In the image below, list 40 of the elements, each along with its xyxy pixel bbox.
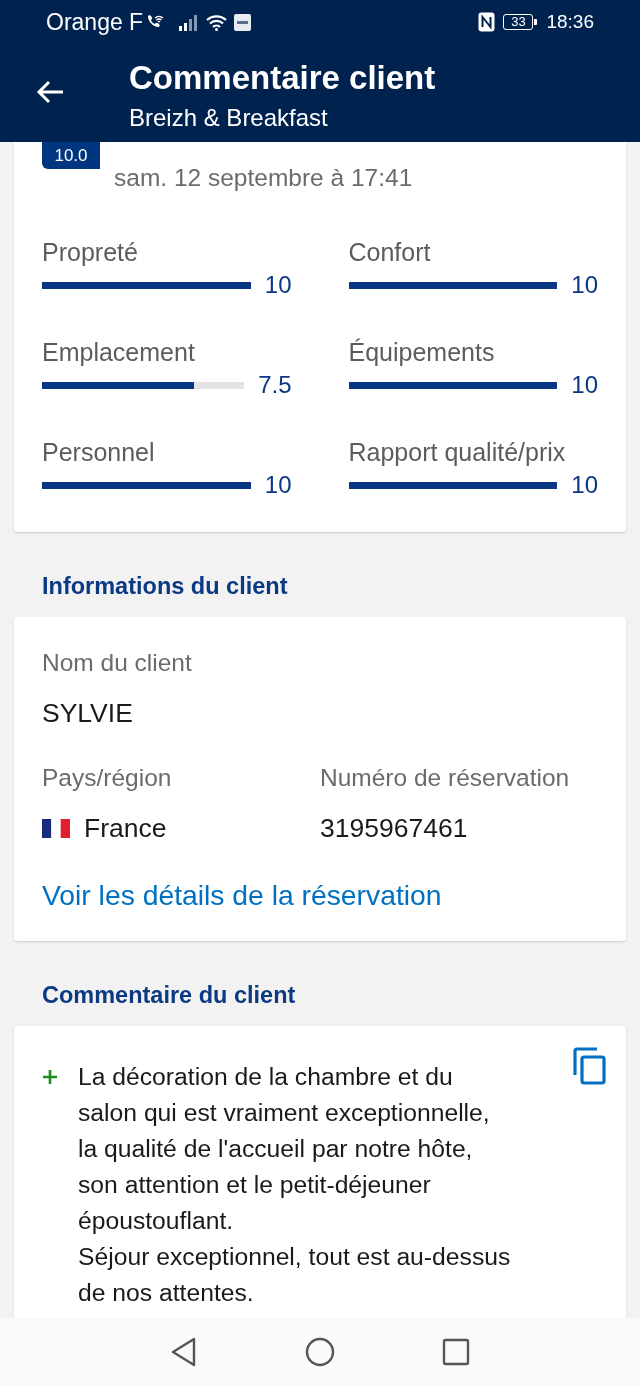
page-title: Commentaire client [129,60,436,96]
category-label: Propreté [42,237,138,267]
comment-text: La décoration de la chambre et du salon qui est vraiment exceptionnelle, la qualité de l'accueil par notre hôte, son attention et le petit-déjeuner époustouflant. Séjour exceptionnel, tout est au-dessus de nos attentes. [78,1062,512,1308]
back-arrow-icon[interactable] [36,80,64,104]
category-score: 10 [571,371,598,399]
category-label: Équipements [348,337,495,367]
category-label: Confort [348,237,431,267]
category-score: 10 [571,471,598,499]
property-name: Breizh & Breakfast [129,104,328,132]
booking-details-link[interactable]: Voir les détails de la réservation [42,879,442,911]
field-label: Pays/région [42,764,172,792]
field-label: Numéro de réservation [320,764,570,792]
category-label: Emplacement [42,337,195,367]
score-badge: 10.0 [42,142,100,169]
clock-time: 18:36 [546,11,594,33]
section-heading: Commentaire du client [42,981,296,1009]
category-score: 10 [571,271,598,299]
review-date: sam. 12 septembre à 17:41 [114,164,413,192]
guest-country: France [84,813,167,843]
category-score: 10 [264,471,292,499]
category-score: 7.5 [258,371,292,399]
section-heading: Informations du client [42,572,288,600]
copy-icon[interactable] [572,1047,606,1085]
recent-apps-square-icon[interactable] [442,1337,470,1367]
back-triangle-icon[interactable] [170,1337,198,1367]
battery-indicator: 33 [503,14,534,30]
field-label: Nom du client [42,649,192,677]
booking-number: 3195967461 [320,813,468,843]
nfc-icon [478,12,496,32]
category-score: 10 [264,271,292,299]
category-label: Rapport qualité/prix [348,437,566,467]
guest-name: SYLVIE [42,698,133,728]
category-label: Personnel [42,437,155,467]
home-circle-icon[interactable] [305,1337,335,1367]
carrier-name: Orange F [46,8,144,36]
flag-icon [42,818,70,838]
signal-bars-icon [179,13,200,31]
plus-icon [42,1069,58,1085]
wifi-icon [206,13,228,31]
app-notification-icon [234,13,252,31]
